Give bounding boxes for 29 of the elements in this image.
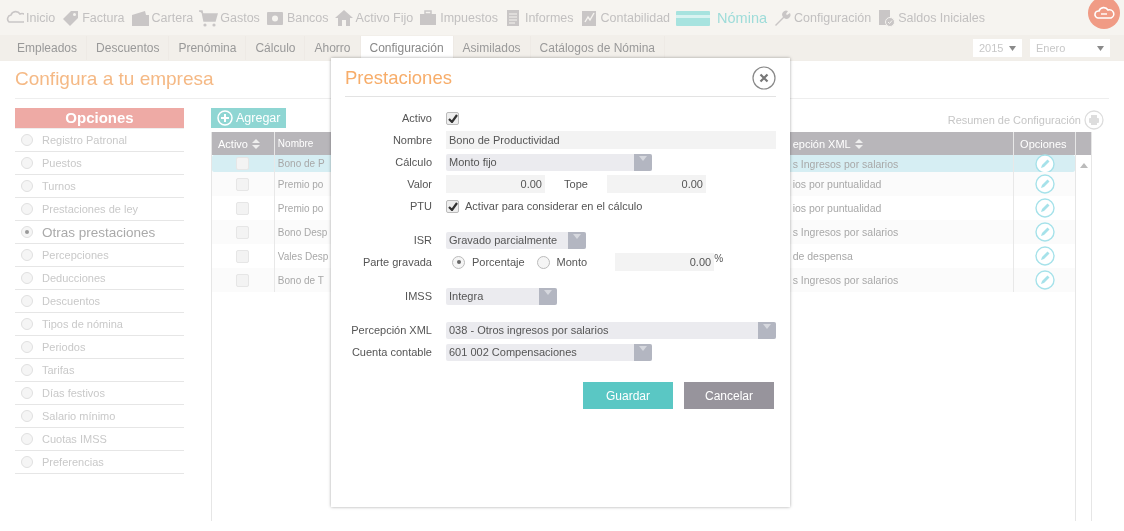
field-label: Valor	[406, 178, 433, 190]
radio-label: Porcentaje	[472, 256, 525, 268]
table-cell-text: s Ingresos por salarios	[791, 273, 900, 288]
table-cell-text: Premio po	[276, 201, 325, 216]
field-label: Percepción XML	[350, 324, 433, 336]
field-label: Cuenta contable	[350, 346, 433, 358]
table-cell-text: Vales Desp	[276, 249, 330, 264]
table-cell-text: Premio po	[276, 177, 325, 192]
checkbox-label: Activar para considerar en el cálculo	[465, 200, 643, 212]
unit-label: %	[714, 253, 724, 264]
table-cell-text: s Ingresos por salarios	[791, 156, 900, 172]
field-label: IMSS	[404, 290, 433, 302]
table-cell-text: Bono de P	[276, 157, 326, 171]
field-label: PTU	[409, 200, 433, 212]
radio-label: Monto	[556, 256, 588, 268]
field-label: Parte gravada	[361, 256, 433, 268]
field-label: Activo	[401, 112, 433, 124]
table-cell-text: Bono de T	[276, 273, 325, 288]
table-cell-text: s Ingresos por salarios	[791, 225, 900, 240]
field-label: Tope	[563, 178, 589, 190]
field-label: ISR	[412, 234, 433, 246]
table-cell-text: ios por puntualidad	[791, 177, 883, 192]
table-cell-text: de despensa	[791, 249, 854, 264]
field-label: Nombre	[391, 134, 433, 146]
dialog-title: Prestaciones	[345, 66, 452, 89]
table-cell-text: Bono Desp	[276, 225, 329, 240]
sidebar-header: Opciones	[15, 108, 184, 129]
table-cell-text: ios por puntualidad	[791, 201, 883, 216]
field-label: Cálculo	[394, 156, 433, 168]
